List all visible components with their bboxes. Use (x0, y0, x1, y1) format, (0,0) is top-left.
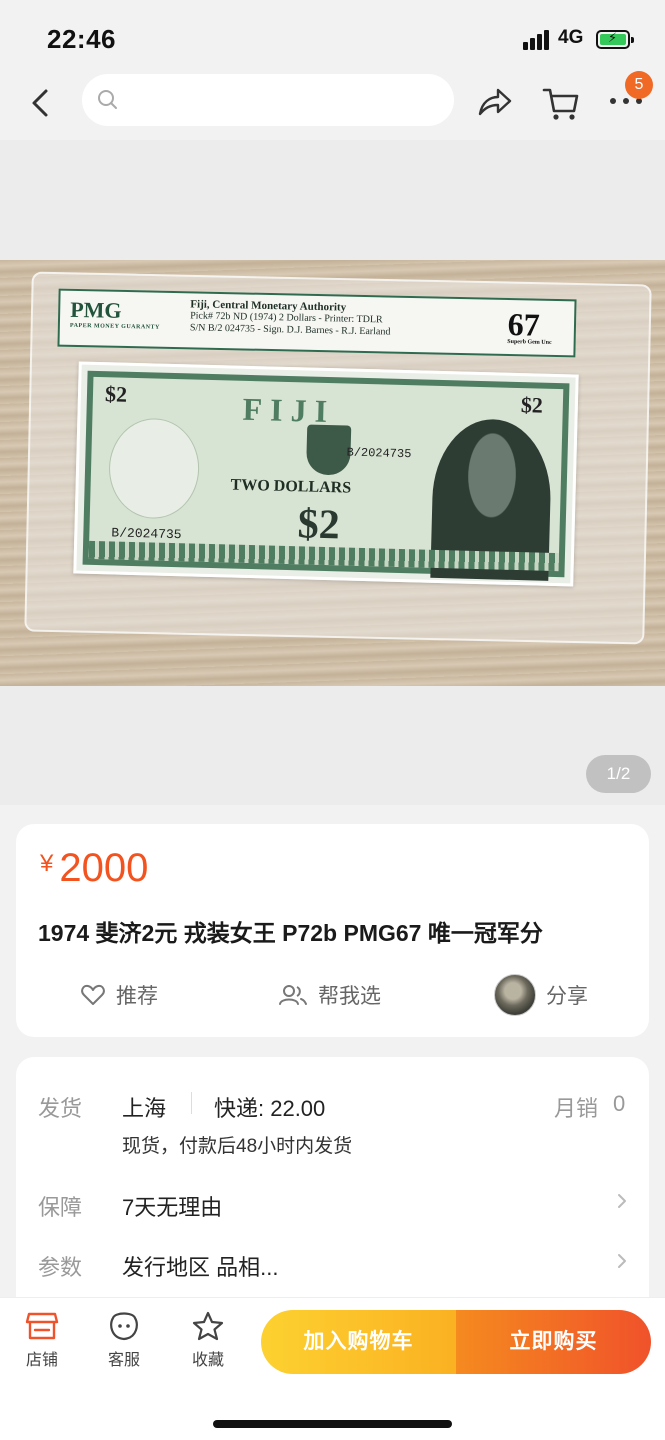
monthly-sales-value: 0 (613, 1091, 626, 1116)
favorite-tab[interactable]: 收藏 (178, 1310, 238, 1370)
add-to-cart-button[interactable]: 加入购物车 (261, 1310, 456, 1374)
search-icon (98, 90, 117, 109)
details-card: 发货 上海 快递: 22.00 月销 0 现货，付款后48小时内发货 保障 7天… (16, 1057, 649, 1307)
gallery-pager: 1/2 (586, 755, 651, 793)
battery-icon (596, 30, 634, 49)
cart-button[interactable] (541, 84, 581, 129)
pmg-label-text: Fiji, Central Monetary Authority Pick# 7… (190, 298, 391, 338)
pmg-logo-subtext: PAPER MONEY GUARANTY (69, 322, 160, 331)
pmg-logo-text: PMG (69, 296, 122, 323)
price: ¥2000 (40, 846, 148, 891)
share-button[interactable] (476, 86, 514, 125)
image-gallery[interactable]: PMG PAPER MONEY GUARANTY Fiji, Central M… (0, 140, 665, 805)
shipping-note: 现货，付款后48小时内发货 (122, 1136, 353, 1157)
search-input[interactable] (82, 74, 454, 126)
help-choose-button[interactable]: 帮我选 (278, 972, 381, 1018)
grade-number: 67 (507, 305, 541, 343)
signal-icon (523, 30, 551, 50)
pmg-logo: PMG PAPER MONEY GUARANTY (70, 297, 161, 331)
divider (191, 1092, 192, 1114)
product-photo[interactable]: PMG PAPER MONEY GUARANTY Fiji, Central M… (0, 260, 665, 686)
shop-label: 店铺 (25, 1352, 58, 1369)
bottom-bar: 店铺 客服 收藏 加入购物车 立即购买 (0, 1298, 665, 1440)
back-button[interactable] (26, 86, 56, 120)
denomination-large: $2 (297, 501, 341, 549)
currency-symbol: ¥ (40, 850, 54, 877)
status-bar: 22:46 4G (0, 0, 665, 70)
denomination-right: $2 (520, 392, 544, 418)
banknote: $2 $2 FIJI B/2024735 TWO DOLLARS $2 B/20… (73, 361, 579, 587)
watermark-window (107, 417, 201, 520)
serial-number-top: B/2024735 (346, 445, 412, 462)
share-avatar (494, 974, 536, 1016)
cart-icon (542, 88, 579, 120)
express-fee: 快递: 22.00 (214, 1096, 326, 1121)
home-indicator (213, 1420, 452, 1428)
denomination-words: TWO DOLLARS (230, 476, 352, 497)
service-tab[interactable]: 客服 (94, 1310, 154, 1370)
monthly-sales-label: 月销 (554, 1096, 599, 1121)
shipping-from: 上海 (122, 1096, 167, 1121)
share-arrow-icon (478, 88, 512, 116)
price-card: ¥2000 1974 斐济2元 戎装女王 P72b PMG67 唯一冠军分 推荐… (16, 824, 649, 1037)
shop-tab[interactable]: 店铺 (12, 1310, 72, 1370)
coat-of-arms (305, 424, 352, 476)
top-area: 22:46 4G 5 (0, 0, 665, 140)
product-title: 1974 斐济2元 戎装女王 P72b PMG67 唯一冠军分 (38, 920, 543, 946)
shipping-label: 发货 (38, 1096, 83, 1121)
pmg-grade: 67 Superb Gem Unc (507, 306, 552, 346)
heart-icon (81, 984, 105, 1005)
chevron-left-icon (32, 89, 48, 117)
action-row: 推荐 帮我选 分享 (16, 972, 649, 1018)
denomination-left: $2 (104, 381, 128, 407)
more-badge: 5 (625, 71, 653, 99)
price-amount: 2000 (59, 846, 149, 890)
recommend-label: 推荐 (116, 985, 158, 1008)
status-time: 22:46 (47, 24, 116, 54)
recommend-button[interactable]: 推荐 (80, 972, 158, 1018)
people-icon (279, 985, 307, 1005)
banknote-face: $2 $2 FIJI B/2024735 TWO DOLLARS $2 B/20… (82, 370, 570, 581)
serial-number-bottom: B/2024735 (111, 525, 182, 543)
network-type: 4G (558, 27, 584, 48)
service-label: 客服 (107, 1352, 140, 1369)
favorite-label: 收藏 (191, 1352, 224, 1369)
star-icon (192, 1311, 224, 1341)
guarantee-value: 7天无理由 (122, 1195, 223, 1220)
guarantee-label: 保障 (38, 1195, 83, 1220)
shop-icon (25, 1312, 59, 1340)
chevron-right-icon (618, 1194, 626, 1208)
share-label: 分享 (546, 985, 588, 1008)
params-value: 发行地区 品相... (122, 1255, 279, 1280)
buy-now-button[interactable]: 立即购买 (456, 1310, 651, 1374)
customer-service-icon (110, 1312, 138, 1341)
help-choose-label: 帮我选 (318, 985, 381, 1008)
grade-text: Superb Gem Unc (507, 338, 552, 346)
params-label: 参数 (38, 1255, 83, 1280)
pmg-label: PMG PAPER MONEY GUARANTY Fiji, Central M… (57, 288, 577, 358)
chevron-right-icon (618, 1254, 626, 1268)
share-action-button[interactable]: 分享 (494, 972, 588, 1018)
